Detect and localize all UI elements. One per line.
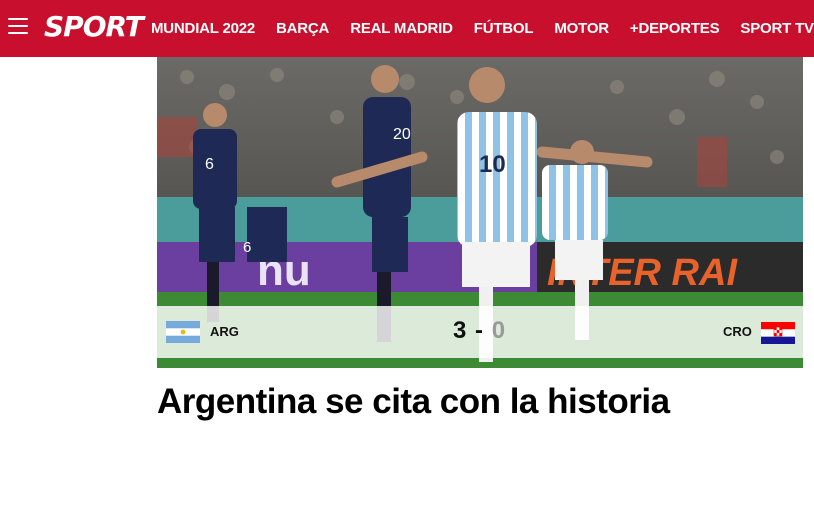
nav-item-barca[interactable]: BARÇA (276, 20, 329, 37)
home-team-code: ARG (210, 324, 239, 339)
nav-item-deportes[interactable]: +DEPORTES (630, 20, 720, 37)
menu-icon[interactable] (8, 18, 28, 36)
croatia-flag-icon (761, 322, 795, 344)
article-headline[interactable]: Argentina se cita con la historia (157, 380, 670, 424)
jersey-number-middle: 20 (393, 126, 411, 143)
player-croatia-right: 6 (243, 207, 287, 262)
score-separator: - (475, 317, 485, 344)
home-score: 3 (453, 317, 468, 344)
argentina-flag-icon (166, 321, 200, 343)
site-logo[interactable]: SPORT (44, 10, 144, 44)
match-score: 3 - 0 (453, 317, 506, 345)
jersey-number-center: 10 (479, 151, 506, 178)
nav-item-real-madrid[interactable]: REAL MADRID (350, 20, 453, 37)
nav-item-motor[interactable]: MOTOR (554, 20, 609, 37)
match-scoreboard[interactable]: ARG 3 - 0 CRO (157, 306, 803, 358)
main-nav: MUNDIAL 2022 BARÇA REAL MADRID FÚTBOL MO… (151, 0, 814, 57)
nav-item-sport-tv[interactable]: SPORT TV (740, 20, 814, 37)
away-score: 0 (491, 317, 507, 344)
site-header: SPORT MUNDIAL 2022 BARÇA REAL MADRID FÚT… (0, 0, 814, 57)
jersey-number-right: 6 (243, 239, 251, 256)
jersey-number-left: 6 (205, 156, 214, 173)
away-team-code: CRO (723, 324, 752, 339)
nav-item-mundial[interactable]: MUNDIAL 2022 (151, 20, 255, 37)
nav-item-futbol[interactable]: FÚTBOL (474, 20, 534, 37)
